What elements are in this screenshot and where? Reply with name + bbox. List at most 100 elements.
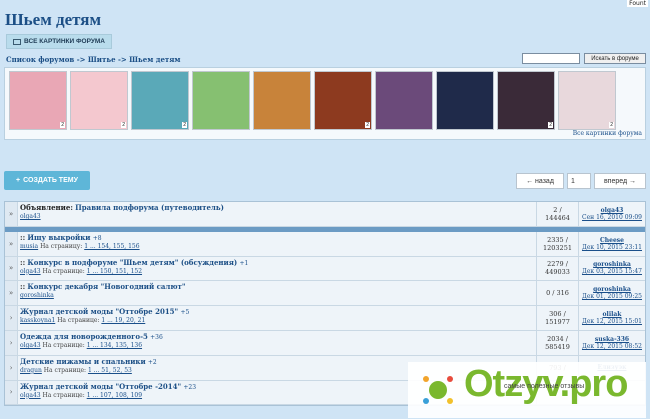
thumbnail-count-badge: 2 xyxy=(365,122,370,128)
topic-marker-icon: › xyxy=(5,380,18,405)
topic-replies: 0 / 316 xyxy=(546,289,569,298)
topic-replies: 306 / xyxy=(549,310,566,319)
topic-author[interactable]: olga43 xyxy=(20,392,41,399)
topic-marker-icon: › xyxy=(5,355,18,380)
topic-title[interactable]: Одежда для новорожденного-5 xyxy=(20,332,148,341)
all-pictures-button[interactable]: ВСЕ КАРТИНКИ ФОРУМА xyxy=(6,34,112,49)
topic-pages-label: На страницу: xyxy=(40,242,83,250)
topic-last-author[interactable]: suska-336 xyxy=(581,336,643,343)
site-watermark: Otzyv.pro самые полезные отзывы xyxy=(408,362,646,418)
thumbnail-count-badge: 2 xyxy=(609,122,614,128)
topic-title[interactable]: Конкурс декабря "Новогодний салют" xyxy=(27,282,185,291)
topic-replies: 2034 / xyxy=(547,334,568,343)
gallery-thumbnail[interactable] xyxy=(375,71,433,130)
topic-pages-label: На странице: xyxy=(42,391,85,399)
create-topic-label: СОЗДАТЬ ТЕМУ xyxy=(23,177,78,184)
all-pictures-label: ВСЕ КАРТИНКИ ФОРУМА xyxy=(24,38,105,45)
all-pictures-link[interactable]: Все картинки форума xyxy=(573,130,642,137)
topic-pages[interactable]: 1 ... 154, 155, 156 xyxy=(84,243,139,250)
topic-author[interactable]: musia xyxy=(20,243,38,250)
topic-pages-label: На странице: xyxy=(42,267,85,275)
gallery-thumbnail[interactable] xyxy=(192,71,250,130)
topic-new-posts[interactable]: +5 xyxy=(180,309,189,316)
topic-last-date[interactable]: Дек 01, 2015 09:25 xyxy=(581,293,643,300)
thumbnail-count-badge: 2 xyxy=(60,122,65,128)
table-row: › Одежда для новорожденного-5 +36 olga43 … xyxy=(5,330,645,356)
search-input[interactable] xyxy=(522,53,580,64)
watermark-logo-icon xyxy=(423,376,453,404)
topic-author[interactable]: dragun xyxy=(20,367,42,374)
topic-last-author[interactable]: Cheese xyxy=(581,237,643,244)
gallery-thumbnail[interactable]: 2 xyxy=(131,71,189,130)
announcement-last-author[interactable]: olga43 xyxy=(581,207,643,214)
topic-title[interactable]: Журнал детской моды "Оттобре -2014" xyxy=(20,382,181,391)
topic-pages[interactable]: 1 ... 134, 135, 136 xyxy=(87,342,142,349)
topic-title[interactable]: Конкурс в подфоруме "Шьем детям" (обсужд… xyxy=(27,258,237,267)
announcement-prefix: Объявление: xyxy=(20,203,73,212)
topic-pages-label: На странице: xyxy=(42,341,85,349)
gallery-thumbnail[interactable] xyxy=(436,71,494,130)
topic-marker-icon: › xyxy=(5,330,18,355)
table-row: › Журнал детской моды "Оттобре 2015" +5 k… xyxy=(5,306,645,331)
gallery-thumbnail[interactable]: 2 xyxy=(70,71,128,130)
plus-icon: + xyxy=(16,177,21,184)
gallery-thumbnail[interactable]: 2 xyxy=(314,71,372,130)
topic-pages[interactable]: 1 ... 150, 151, 152 xyxy=(87,268,142,275)
gallery-thumbnail[interactable] xyxy=(253,71,311,130)
topic-pages-label: На странице: xyxy=(43,366,87,374)
topic-author[interactable]: olga43 xyxy=(20,342,41,349)
breadcrumb[interactable]: Список форумов -> Шитье -> Шьем детям xyxy=(6,55,181,64)
topic-new-posts[interactable]: +23 xyxy=(183,384,196,391)
announcement-views: 144464 xyxy=(545,213,570,222)
next-page-button[interactable]: вперед → xyxy=(594,173,646,189)
topic-last-date[interactable]: Дек 12, 2015 15:01 xyxy=(581,318,643,325)
topic-views: 449033 xyxy=(545,268,570,277)
topic-new-posts[interactable]: +1 xyxy=(239,260,248,267)
topic-pages[interactable]: 1 ... 51, 52, 53 xyxy=(88,367,132,374)
topic-author[interactable]: goroshinka xyxy=(20,292,54,299)
topic-last-date[interactable]: Дек 03, 2015 15:47 xyxy=(581,268,643,275)
topic-prefix: :: xyxy=(20,257,26,267)
topic-new-posts[interactable]: +8 xyxy=(93,235,102,242)
gallery-thumbnail[interactable]: 2 xyxy=(497,71,555,130)
topic-last-date[interactable]: Дек 12, 2015 08:52 xyxy=(581,343,643,350)
table-row: »:: Ищу выкройки +8 musia На страницу: 1 … xyxy=(5,231,645,257)
gallery-thumbnail[interactable]: 2 xyxy=(9,71,67,130)
topic-marker-icon: » xyxy=(5,231,18,256)
topic-marker-icon: » xyxy=(5,256,18,281)
topic-author[interactable]: olga43 xyxy=(20,268,41,275)
announcement-last-date[interactable]: Сен 16, 2010 09:09 xyxy=(581,214,643,221)
gallery-thumbnail[interactable]: 2 xyxy=(558,71,616,130)
topic-new-posts[interactable]: +2 xyxy=(148,359,157,366)
topic-pages[interactable]: 1 ... 107, 108, 109 xyxy=(87,392,142,399)
topic-title[interactable]: Детские пижамы и спальники xyxy=(20,357,146,366)
topic-views: 1203251 xyxy=(543,243,572,252)
topic-title[interactable]: Ищу выкройки xyxy=(27,233,90,242)
topic-new-posts[interactable]: +36 xyxy=(150,334,163,341)
search-button[interactable]: Искать в форуме xyxy=(584,53,646,64)
topic-views: 151977 xyxy=(545,318,570,327)
watermark-tagline: самые полезные отзывы xyxy=(504,383,585,390)
font-tag: Fount xyxy=(627,0,648,7)
announcement-row: » Объявление: Правила подфорума (путевод… xyxy=(5,202,645,227)
thumbnail-count-badge: 2 xyxy=(548,122,553,128)
topic-last-author[interactable]: goroshinka xyxy=(581,286,643,293)
topic-replies: 2279 / xyxy=(547,260,568,269)
topic-title[interactable]: Журнал детской моды "Оттобре 2015" xyxy=(20,307,178,316)
announcement-author[interactable]: olga43 xyxy=(20,213,41,220)
image-gallery: 2 2 2 2 2 2 Все картинки форума xyxy=(4,67,646,140)
topic-replies: 2335 / xyxy=(547,235,568,244)
page-input[interactable]: 1 xyxy=(567,173,591,189)
topic-last-author[interactable]: goroshinka xyxy=(581,261,643,268)
prev-page-button[interactable]: ← назад xyxy=(516,173,564,189)
topic-author[interactable]: kasskoyna1 xyxy=(20,317,55,324)
create-topic-button[interactable]: + СОЗДАТЬ ТЕМУ xyxy=(4,171,90,190)
topic-pages[interactable]: 1 ... 19, 20, 21 xyxy=(101,317,145,324)
thumbnail-count-badge: 2 xyxy=(121,122,126,128)
page-title: Шьем детям xyxy=(5,10,102,29)
table-row: »:: Конкурс декабря "Новогодний салют" g… xyxy=(5,281,645,307)
topic-pages-label: На странице: xyxy=(57,317,100,325)
topic-last-date[interactable]: Дек 10, 2015 23:11 xyxy=(581,244,643,251)
announcement-title[interactable]: Правила подфорума (путеводитель) xyxy=(75,203,224,212)
topic-last-author[interactable]: olilak xyxy=(581,311,643,318)
